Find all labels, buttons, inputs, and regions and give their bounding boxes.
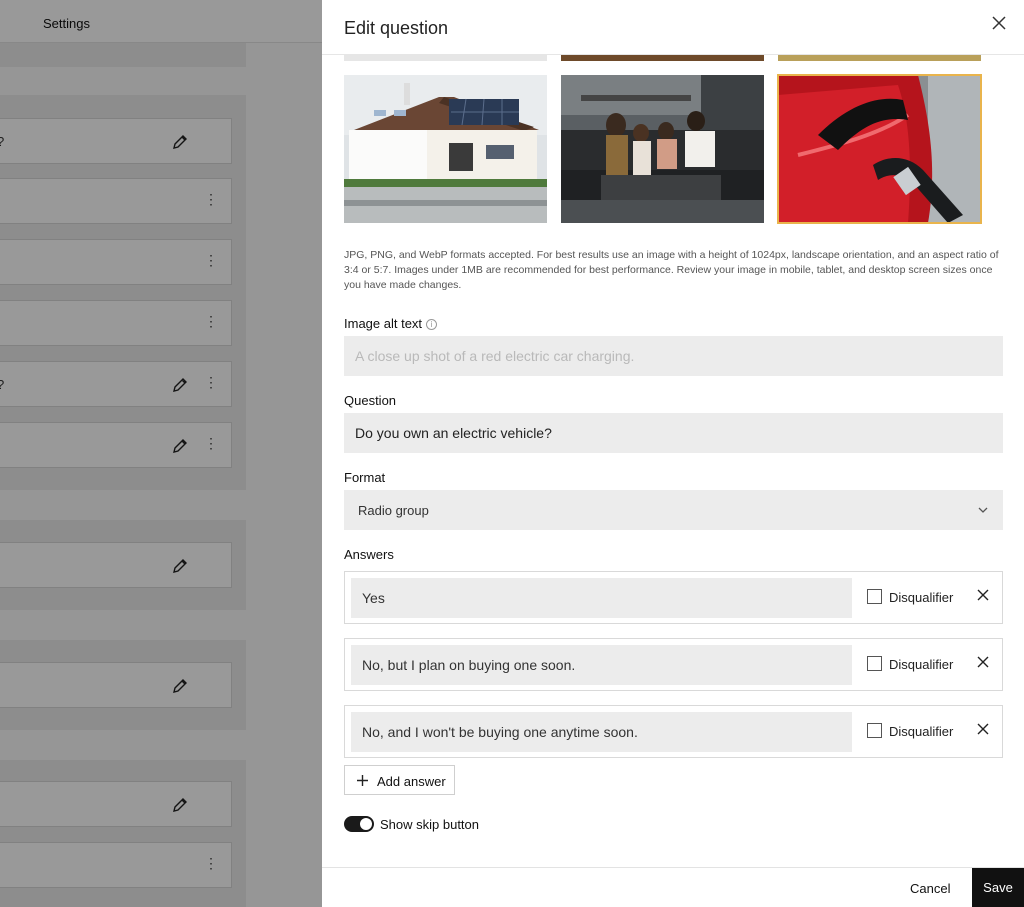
house-solar-panels-image[interactable] — [344, 75, 547, 223]
disqualifier-label[interactable]: Disqualifier — [889, 590, 953, 605]
answer-input[interactable] — [351, 578, 852, 618]
electric-car-charging-image[interactable] — [777, 74, 982, 224]
alt-text-label: Image alt text i — [344, 316, 438, 331]
remove-answer-icon[interactable] — [976, 655, 990, 669]
image-thumb-partial[interactable] — [561, 55, 764, 61]
chevron-down-icon — [978, 507, 988, 513]
image-thumb-partial[interactable] — [344, 55, 547, 61]
format-select[interactable]: Radio group — [344, 490, 1003, 530]
drawer-content: JPG, PNG, and WebP formats accepted. For… — [322, 55, 1024, 867]
skip-button-label: Show skip button — [380, 817, 480, 832]
family-on-couch-image[interactable] — [561, 75, 764, 223]
toggle-knob — [360, 818, 372, 830]
disqualifier-label[interactable]: Disqualifier — [889, 657, 953, 672]
answer-input[interactable] — [351, 645, 852, 685]
drawer-title: Edit question — [344, 18, 449, 38]
add-answer-button[interactable]: Add answer — [344, 765, 455, 795]
close-icon[interactable] — [990, 14, 1008, 32]
add-answer-label: Add answer — [377, 774, 446, 789]
image-thumb-partial[interactable] — [778, 55, 981, 61]
format-select-value: Radio group — [358, 503, 429, 518]
drawer-header: Edit question — [322, 0, 1024, 55]
disqualifier-label[interactable]: Disqualifier — [889, 724, 953, 739]
answer-input[interactable] — [351, 712, 852, 752]
answers-label: Answers — [344, 547, 394, 562]
disqualifier-checkbox[interactable] — [867, 723, 882, 738]
skip-button-toggle[interactable] — [344, 816, 374, 832]
alt-text-label-text: Image alt text — [344, 316, 423, 331]
modal-backdrop[interactable] — [0, 0, 322, 907]
disqualifier-checkbox[interactable] — [867, 656, 882, 671]
drawer-footer: Cancel Save — [322, 867, 1024, 907]
plus-icon — [357, 775, 368, 786]
image-help-text: JPG, PNG, and WebP formats accepted. For… — [344, 249, 999, 291]
format-label: Format — [344, 470, 386, 485]
info-icon[interactable]: i — [426, 319, 438, 330]
image-picker — [344, 55, 1008, 239]
remove-answer-icon[interactable] — [976, 588, 990, 602]
answer-row: Disqualifier — [344, 638, 1003, 691]
edit-question-drawer: Edit question JPG, PNG, and WebP formats… — [322, 0, 1024, 907]
save-button[interactable]: Save — [972, 868, 1024, 907]
remove-answer-icon[interactable] — [976, 722, 990, 736]
answer-row: Disqualifier — [344, 571, 1003, 624]
cancel-button[interactable]: Cancel — [910, 881, 950, 896]
disqualifier-checkbox[interactable] — [867, 589, 882, 604]
question-input[interactable] — [344, 413, 1003, 453]
answer-row: Disqualifier — [344, 705, 1003, 758]
alt-text-input[interactable] — [344, 336, 1003, 376]
question-label: Question — [344, 393, 397, 408]
